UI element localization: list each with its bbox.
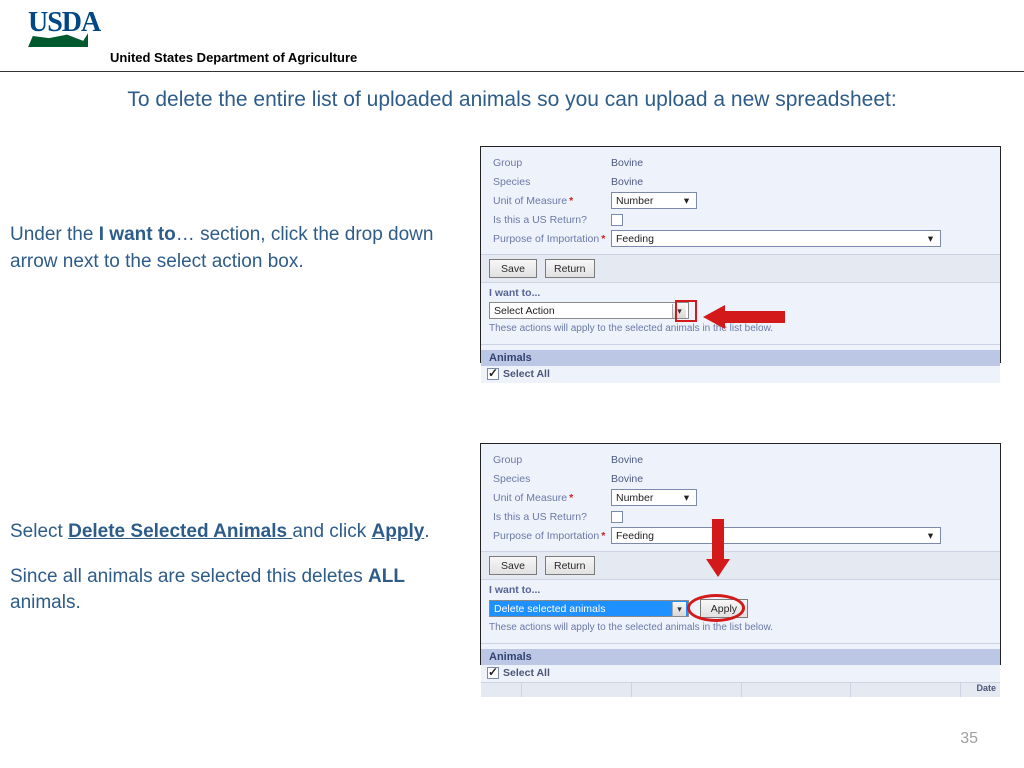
chevron-down-icon: ▾ <box>923 233 938 245</box>
purpose-select[interactable]: Feeding▾ <box>611 527 941 544</box>
button-bar-1: Save Return <box>481 254 1000 282</box>
chevron-down-icon: ▾ <box>923 530 938 542</box>
species-label: Species <box>493 473 611 485</box>
usreturn-checkbox[interactable] <box>611 511 623 523</box>
select-all-row: Select All <box>481 366 1000 383</box>
select-all-checkbox[interactable] <box>487 368 499 380</box>
chevron-down-icon: ▾ <box>679 492 694 504</box>
usda-logo: USDA <box>28 10 100 47</box>
return-button[interactable]: Return <box>545 556 595 575</box>
purpose-select[interactable]: Feeding▾ <box>611 230 941 247</box>
step2-l2-pre: Since all animals are selected this dele… <box>10 566 368 587</box>
i-want-to-note: These actions will apply to the selected… <box>489 622 992 633</box>
usreturn-label: Is this a US Return? <box>493 214 611 226</box>
page-header: USDA United States Department of Agricul… <box>0 0 1024 72</box>
usda-logo-text: USDA <box>28 10 100 35</box>
page-number: 35 <box>960 730 978 748</box>
i-want-to-section-1: I want to... Select Action ▾ These actio… <box>481 282 1000 344</box>
select-all-label: Select All <box>503 667 550 679</box>
step-1-text: Under the I want to… section, click the … <box>0 146 480 275</box>
step2-l2-post: animals. <box>10 592 81 613</box>
step2-l1-und1: Delete Selected Animals <box>68 521 292 542</box>
fields-area-2: GroupBovine SpeciesBovine Unit of Measur… <box>481 444 1000 551</box>
select-all-checkbox[interactable] <box>487 667 499 679</box>
i-want-to-section-2: I want to... Delete selected animals ▾ A… <box>481 579 1000 643</box>
group-value: Bovine <box>611 157 643 169</box>
uom-select[interactable]: Number▾ <box>611 489 697 506</box>
select-all-label: Select All <box>503 368 550 380</box>
uom-label: Unit of Measure* <box>493 492 611 504</box>
chevron-down-icon: ▾ <box>679 195 694 207</box>
group-value: Bovine <box>611 454 643 466</box>
step-2-text: Select Delete Selected Animals and click… <box>0 443 480 617</box>
fields-area-1: GroupBovine SpeciesBovine Unit of Measur… <box>481 147 1000 254</box>
department-name: United States Department of Agriculture <box>110 50 357 65</box>
step2-l1-und2: Apply <box>372 521 425 542</box>
purpose-label: Purpose of Importation* <box>493 530 611 542</box>
species-value: Bovine <box>611 473 643 485</box>
step2-l1-end: . <box>424 521 429 542</box>
step1-bold: I want to <box>99 224 176 245</box>
species-value: Bovine <box>611 176 643 188</box>
save-button[interactable]: Save <box>489 259 537 278</box>
step-2-screenshot-container: GroupBovine SpeciesBovine Unit of Measur… <box>480 443 1024 665</box>
step1-pre: Under the <box>10 224 99 245</box>
animals-header: Animals <box>481 350 1000 366</box>
select-action-dropdown[interactable]: Select Action ▾ <box>489 302 689 319</box>
button-bar-2: Save Return <box>481 551 1000 579</box>
step2-l1-mid: and click <box>292 521 371 542</box>
i-want-to-legend: I want to... <box>489 287 992 299</box>
i-want-to-legend: I want to... <box>489 584 992 596</box>
save-button[interactable]: Save <box>489 556 537 575</box>
group-label: Group <box>493 454 611 466</box>
date-column-header: Date <box>960 683 1000 697</box>
species-label: Species <box>493 176 611 188</box>
animals-header: Animals <box>481 649 1000 665</box>
main-heading: To delete the entire list of uploaded an… <box>0 88 1024 112</box>
chevron-down-icon: ▾ <box>672 602 686 616</box>
select-all-row: Select All <box>481 665 1000 682</box>
purpose-label: Purpose of Importation* <box>493 233 611 245</box>
apply-button[interactable]: Apply <box>700 599 748 618</box>
step-2-row: Select Delete Selected Animals and click… <box>0 443 1024 665</box>
i-want-to-note: These actions will apply to the selected… <box>489 323 992 334</box>
usreturn-checkbox[interactable] <box>611 214 623 226</box>
chevron-down-icon: ▾ <box>672 304 686 318</box>
step-1-screenshot-container: GroupBovine SpeciesBovine Unit of Measur… <box>480 146 1024 363</box>
group-label: Group <box>493 157 611 169</box>
screenshot-2: GroupBovine SpeciesBovine Unit of Measur… <box>480 443 1001 665</box>
usreturn-label: Is this a US Return? <box>493 511 611 523</box>
uom-label: Unit of Measure* <box>493 195 611 207</box>
return-button[interactable]: Return <box>545 259 595 278</box>
step-1-row: Under the I want to… section, click the … <box>0 146 1024 363</box>
step2-l2-bold: ALL <box>368 566 405 587</box>
screenshot-1: GroupBovine SpeciesBovine Unit of Measur… <box>480 146 1001 363</box>
select-action-dropdown-selected[interactable]: Delete selected animals ▾ <box>489 600 689 617</box>
uom-select[interactable]: Number▾ <box>611 192 697 209</box>
step2-l1-pre: Select <box>10 521 68 542</box>
animal-list-headers: Date <box>481 682 1000 697</box>
